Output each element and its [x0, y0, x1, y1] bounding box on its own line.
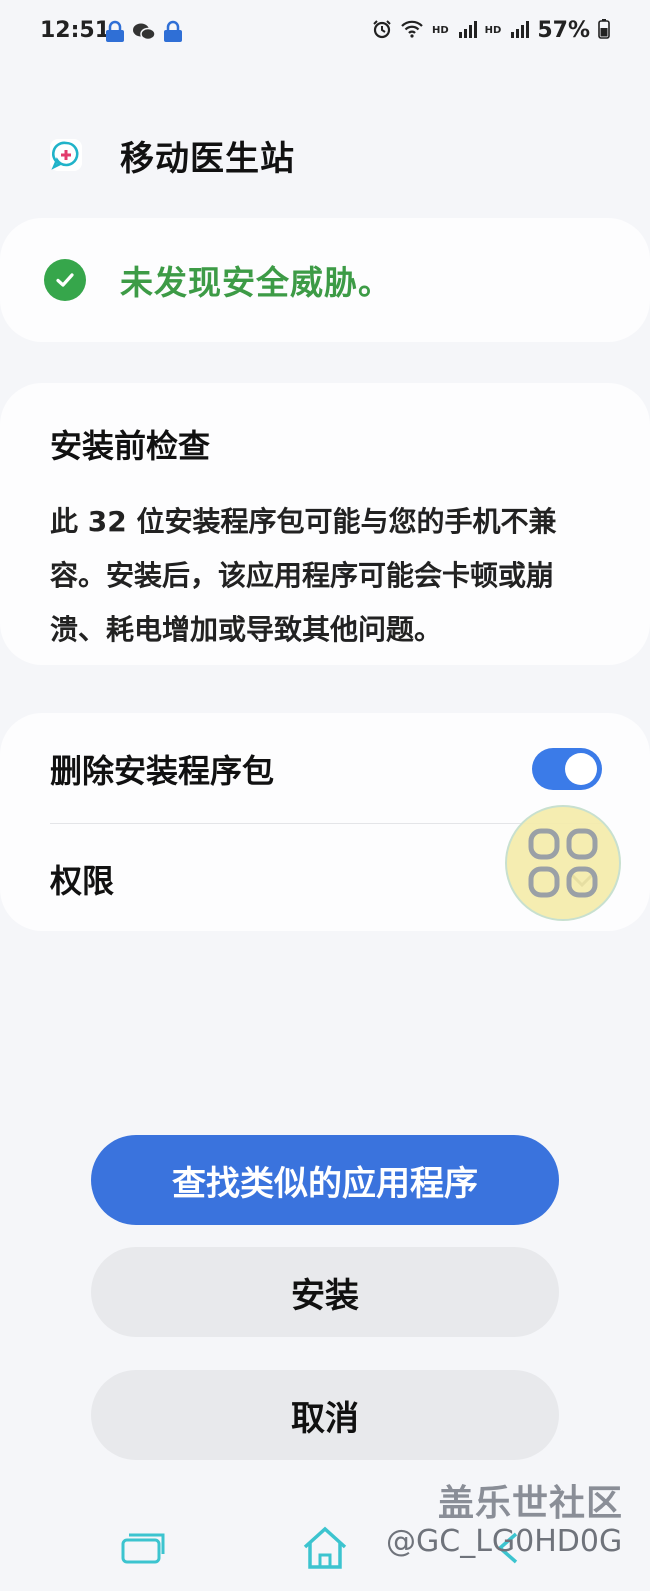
app-icon — [50, 139, 82, 171]
network-hd-1: HD — [431, 25, 449, 36]
recent-apps-icon — [121, 1533, 165, 1564]
status-time: 12:51 — [40, 18, 111, 43]
toggle-knob — [565, 753, 597, 785]
precheck-card: 安装前检查 此 32 位安装程序包可能与您的手机不兼容。安装后，该应用程序可能会… — [0, 383, 650, 665]
status-right: HD HD 57% — [372, 18, 610, 43]
safety-message: 未发现安全威胁。 — [120, 263, 392, 302]
battery-icon — [598, 18, 610, 43]
safety-card: 未发现安全威胁。 — [0, 218, 650, 342]
home-button[interactable] — [297, 1520, 353, 1576]
wechat-icon — [132, 21, 156, 47]
find-similar-apps-button[interactable]: 查找类似的应用程序 — [91, 1135, 559, 1225]
precheck-body: 此 32 位安装程序包可能与您的手机不兼容。安装后，该应用程序可能会卡顿或崩溃、… — [50, 505, 557, 646]
permissions-label: 权限 — [50, 862, 115, 900]
signal-icon-1 — [457, 19, 477, 43]
precheck-title: 安装前检查 — [50, 427, 211, 465]
app-name: 移动医生站 — [120, 138, 295, 179]
watermark-user: @GC_LG0HD0G — [386, 1524, 623, 1559]
alarm-icon — [372, 19, 392, 43]
check-circle-icon — [44, 259, 86, 301]
lock-app-icon-2 — [162, 20, 184, 48]
install-button[interactable]: 安装 — [91, 1247, 559, 1337]
lock-app-icon — [104, 20, 126, 48]
delete-package-toggle[interactable] — [532, 748, 602, 790]
watermark-logo: 盖乐世社区 — [438, 1483, 624, 1524]
battery-percent: 57% — [537, 18, 590, 43]
app-header: 移动医生站 — [50, 130, 295, 180]
signal-icon-2 — [509, 19, 530, 43]
delete-package-label: 删除安装程序包 — [50, 752, 275, 790]
delete-package-row[interactable]: 删除安装程序包 — [50, 743, 602, 795]
grid-icon — [528, 828, 598, 898]
network-hd-2: HD — [484, 25, 502, 36]
cancel-button[interactable]: 取消 — [91, 1370, 559, 1460]
floating-menu-button[interactable] — [505, 805, 621, 921]
status-bar: 12:51 HD HD 57% — [0, 0, 650, 68]
notification-icons — [104, 20, 184, 48]
recent-apps-button[interactable] — [117, 1520, 173, 1576]
home-icon — [303, 1526, 347, 1569]
wifi-icon — [400, 19, 424, 43]
